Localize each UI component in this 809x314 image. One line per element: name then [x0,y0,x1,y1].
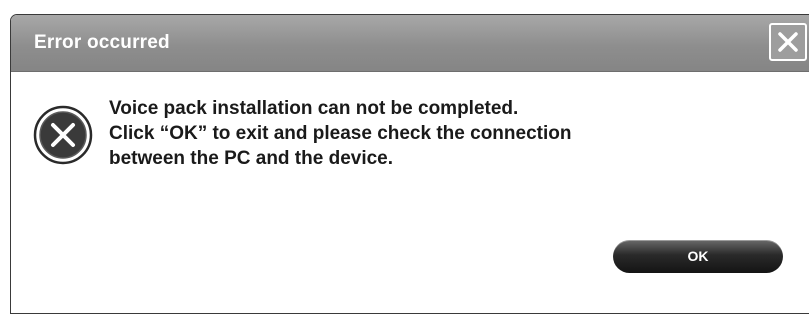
dialog-title: Error occurred [34,32,170,53]
error-icon [33,105,93,165]
ok-button[interactable]: OK [613,240,783,273]
message-line: Click “OK” to exit and please check the … [109,123,572,144]
error-dialog: Error occurred Voice pack installation c… [10,14,809,314]
message-line: between the PC and the device. [109,148,394,169]
error-message: Voice pack installation can not be compl… [109,96,769,171]
message-line: Voice pack installation can not be compl… [109,98,519,119]
close-icon [778,32,798,52]
title-bar: Error occurred [11,15,809,72]
close-button[interactable] [769,23,807,61]
